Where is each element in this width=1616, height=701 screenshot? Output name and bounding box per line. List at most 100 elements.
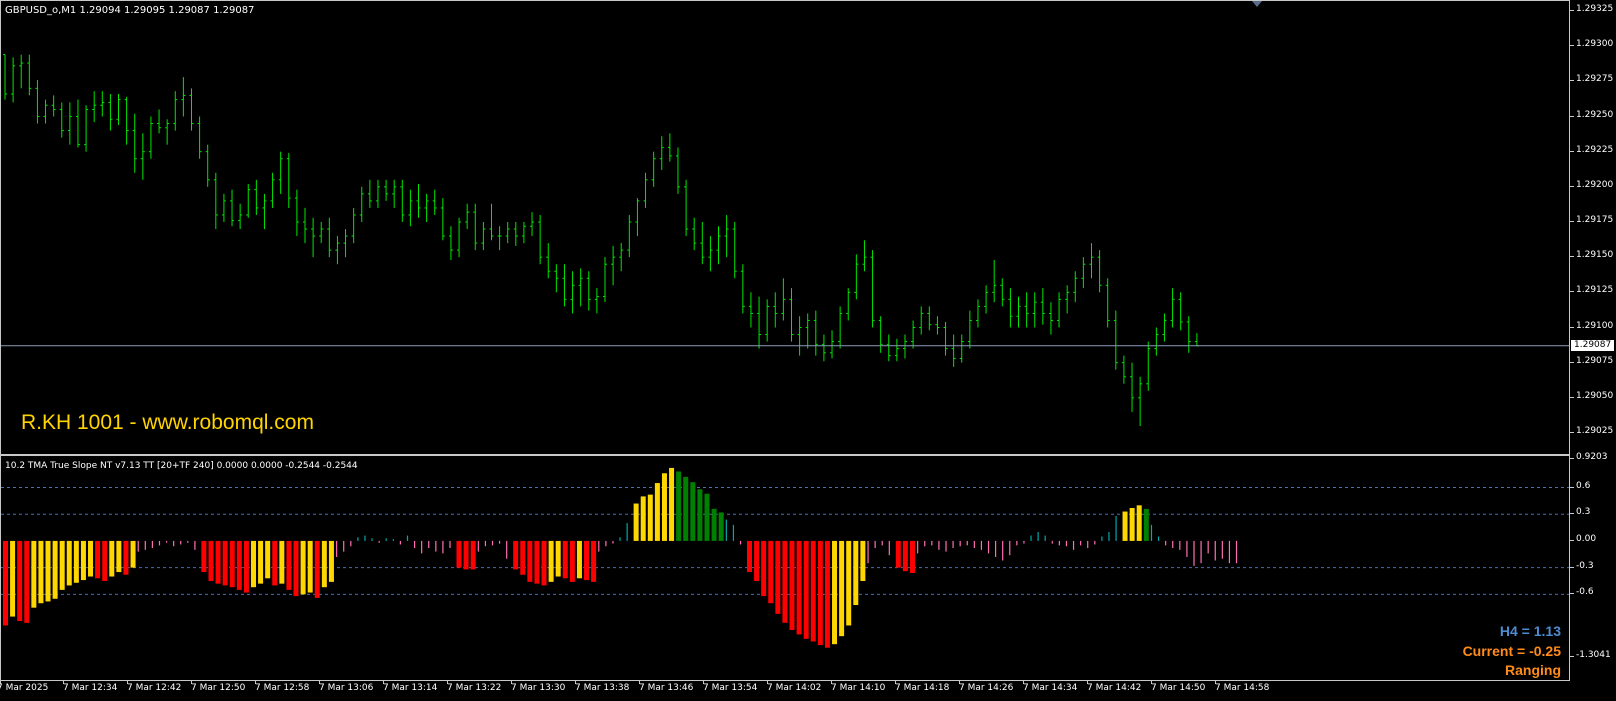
ohlc-bar <box>1194 333 1199 347</box>
slope-bar <box>959 540 961 547</box>
slope-bar <box>1150 524 1153 541</box>
slope-bar <box>810 540 816 642</box>
indicator-pane[interactable]: 10.2 TMA True Slope NT v7.13 TT [20+TF 2… <box>0 455 1570 681</box>
slope-bar <box>1009 540 1011 556</box>
slope-bar <box>1094 540 1096 545</box>
ohlc-bar <box>108 93 113 131</box>
slope-bar <box>428 540 430 549</box>
ohlc-bar <box>375 179 380 208</box>
ohlc-bar <box>1016 296 1021 328</box>
ohlc-bar <box>205 144 210 187</box>
slope-bar <box>1108 532 1110 541</box>
slope-bar <box>31 540 37 608</box>
ohlc-bar <box>1024 292 1029 328</box>
ohlc-bar <box>303 207 307 244</box>
slope-bar <box>38 540 44 604</box>
slope-bar <box>279 540 285 584</box>
ohlc-bar <box>530 212 535 237</box>
ohlc-bar <box>246 184 251 218</box>
time-axis-label: 7 Mar 14:58 <box>1215 683 1270 693</box>
ohlc-bar <box>270 172 275 208</box>
ohlc-bar <box>894 338 899 362</box>
ohlc-bar <box>327 217 332 258</box>
slope-bar <box>187 540 189 543</box>
ohlc-bar <box>594 288 599 314</box>
slope-bar <box>293 540 299 597</box>
ohlc-bar <box>343 229 348 258</box>
ohlc-bar <box>870 250 875 328</box>
indicator-axis-label: 0.00 <box>1576 533 1597 544</box>
ohlc-bar <box>165 119 170 145</box>
ohlc-bar <box>562 264 567 307</box>
indicator-header: 10.2 TMA True Slope NT v7.13 TT [20+TF 2… <box>5 461 358 471</box>
symbol-header: GBPUSD_o,M1 1.29094 1.29095 1.29087 1.29… <box>5 5 255 16</box>
indicator-chart-svg <box>1 467 1569 648</box>
slope-bar <box>1207 540 1209 554</box>
price-axis-tick <box>1570 45 1574 47</box>
slope-bar <box>1129 507 1135 541</box>
slope-bar <box>711 508 717 541</box>
ohlc-bar <box>1186 316 1191 353</box>
slope-bar <box>1172 540 1174 549</box>
ohlc-bar <box>35 79 40 124</box>
slope-bar <box>718 512 724 541</box>
time-axis-label: 7 Mar 14:42 <box>1087 683 1142 693</box>
slope-bar <box>1058 540 1060 546</box>
ohlc-bar <box>748 292 753 328</box>
price-axis[interactable]: 1.29087 1.29325 1.29300 1.29275 1.29250 1.29… <box>1570 0 1616 701</box>
slope-bar <box>109 540 115 577</box>
slope-bar <box>173 540 175 547</box>
slope-bar <box>1044 535 1046 541</box>
time-axis[interactable]: 7 Mar 2025 7 Mar 12:34 7 Mar 12:42 7 Mar 12… <box>0 681 1570 701</box>
ohlc-bar <box>1000 278 1005 307</box>
ohlc-bar <box>473 203 478 251</box>
slope-bar <box>619 537 621 541</box>
slope-bar <box>853 540 859 606</box>
slope-bar <box>803 540 809 639</box>
ohlc-bar <box>505 222 510 244</box>
time-axis-label: 7 Mar 13:22 <box>447 683 502 693</box>
ohlc-bar <box>554 264 559 293</box>
ohlc-bar <box>878 316 883 353</box>
slope-bar <box>1065 540 1068 547</box>
ohlc-bar <box>627 214 632 258</box>
shift-marker-icon[interactable] <box>1252 1 1262 7</box>
ohlc-bar <box>619 243 624 272</box>
slope-bar <box>165 540 168 543</box>
ohlc-bar <box>789 288 794 342</box>
slope-bar <box>491 540 494 546</box>
indicator-axis-tick <box>1570 539 1574 541</box>
slope-bar <box>24 540 30 623</box>
slope-bar <box>817 540 823 646</box>
ohlc-bar <box>611 245 616 286</box>
ohlc-bar <box>221 193 226 222</box>
slope-bar <box>45 540 51 602</box>
ohlc-bar <box>919 306 924 335</box>
time-axis-label: 7 Mar 14:34 <box>1023 683 1078 693</box>
ohlc-bar <box>3 54 7 100</box>
slope-bar <box>357 537 359 541</box>
slope-bar <box>1186 540 1188 557</box>
ohlc-bar <box>286 153 291 208</box>
time-axis-label: 7 Mar 13:38 <box>575 683 630 693</box>
slope-bar <box>307 540 313 593</box>
slope-bar <box>286 540 292 590</box>
ohlc-bar <box>1113 310 1118 370</box>
price-chart-pane[interactable]: GBPUSD_o,M1 1.29094 1.29095 1.29087 1.29… <box>0 0 1570 455</box>
ohlc-bar <box>943 321 948 356</box>
slope-bar <box>612 540 614 544</box>
price-axis-label: 1.29175 <box>1576 215 1614 225</box>
ohlc-bar <box>213 172 218 230</box>
slope-bar <box>499 540 501 544</box>
ohlc-bar <box>440 198 445 241</box>
slope-bar <box>704 493 710 541</box>
ohlc-bar <box>1057 292 1062 328</box>
slope-bar <box>576 540 582 579</box>
slope-bar <box>88 540 94 577</box>
ohlc-bar <box>992 259 997 303</box>
slope-bar <box>562 540 568 579</box>
slope-bar <box>1136 505 1142 541</box>
ohlc-bar <box>959 334 964 363</box>
price-axis-label: 1.29025 <box>1576 426 1614 436</box>
slope-bar <box>867 540 869 564</box>
